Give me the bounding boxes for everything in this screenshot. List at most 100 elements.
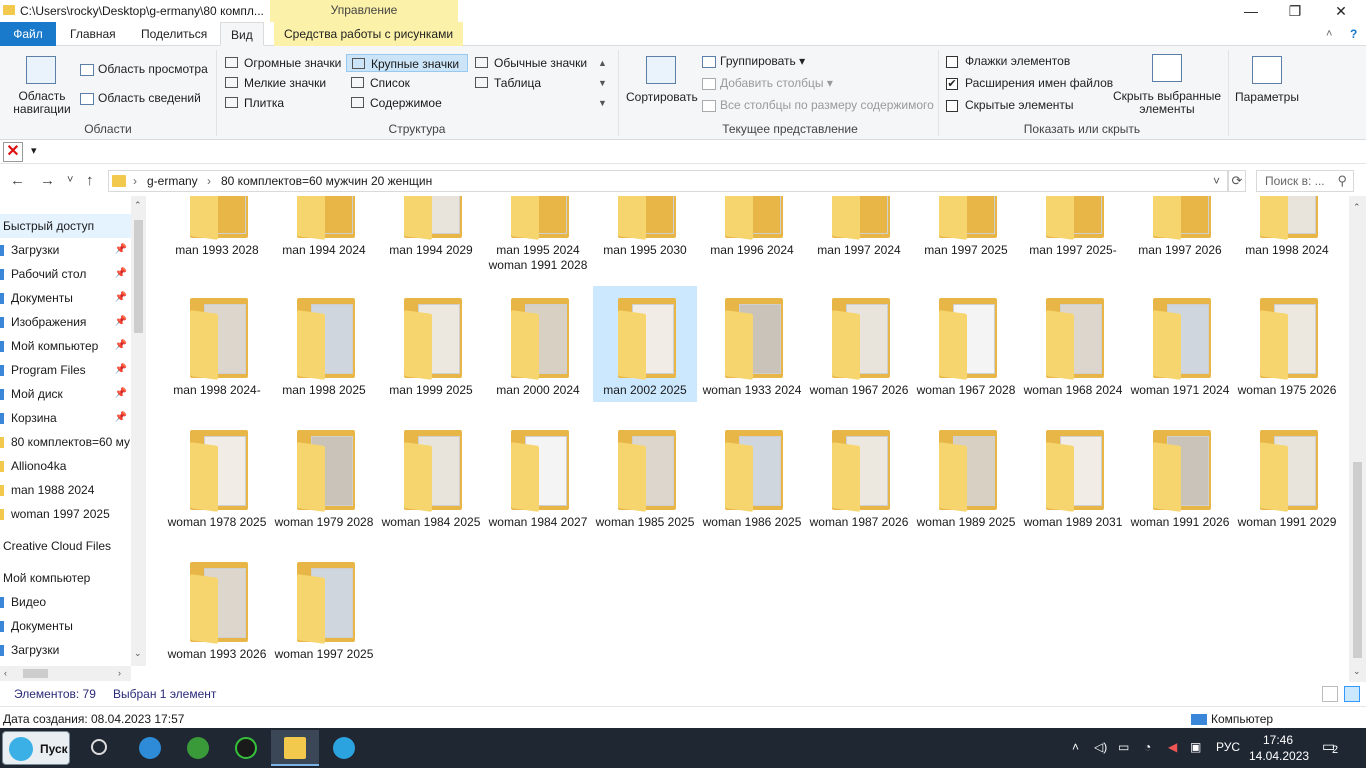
chevron-down-icon[interactable]: ˅ (1213, 174, 1220, 188)
folder-item[interactable]: man 1997 2025 (914, 196, 1018, 262)
folder-item[interactable]: man 2002 2025 (593, 286, 697, 402)
options-button[interactable]: Параметры (1235, 90, 1299, 104)
fit-columns-button[interactable]: Все столбцы по размеру содержимого (702, 98, 934, 112)
recent-locations-button[interactable]: ˅ (67, 174, 73, 186)
scroll-up-icon[interactable]: ⌃ (1353, 202, 1361, 213)
folder-item[interactable]: woman 1997 2025 (272, 550, 376, 666)
folder-item[interactable]: woman 1975 2026 (1235, 286, 1339, 402)
folder-item[interactable]: woman 1991 2026 (1128, 418, 1232, 534)
battery-icon[interactable]: ▭ (1118, 740, 1129, 754)
folder-item[interactable]: man 1995 2030 (593, 196, 697, 262)
folder-item[interactable]: woman 1991 2029 (1235, 418, 1339, 534)
scroll-right-icon[interactable]: › (118, 668, 121, 678)
maximize-button[interactable]: ❐ (1272, 0, 1318, 22)
minimize-button[interactable]: — (1228, 0, 1274, 22)
tab-view[interactable]: Вид (220, 22, 264, 46)
taskbar-search[interactable] (76, 730, 124, 766)
scroll-thumb[interactable] (1353, 462, 1362, 658)
details-pane-button[interactable]: Область сведений (80, 91, 201, 105)
input-language[interactable]: РУС (1216, 740, 1240, 754)
folder-item[interactable]: man 1997 2025- (1021, 196, 1125, 262)
close-button[interactable]: ✕ (1318, 0, 1364, 22)
add-columns-button[interactable]: Добавить столбцы ▾ (702, 76, 833, 90)
layout-extra-large-icons[interactable]: Огромные значки (220, 54, 341, 72)
item-checkboxes-option[interactable]: Флажки элементов (946, 54, 1070, 68)
folder-item[interactable]: woman 1985 2025 (593, 418, 697, 534)
checkbox-icon[interactable] (946, 55, 958, 68)
refresh-button[interactable]: ⟳ (1228, 170, 1246, 192)
folder-item[interactable]: woman 1989 2025 (914, 418, 1018, 534)
folder-item[interactable]: woman 1979 2028 (272, 418, 376, 534)
scroll-down-icon[interactable]: ⌄ (1353, 666, 1361, 677)
address-field[interactable]: › g-ermany › 80 комплектов=60 мужчин 20 … (108, 170, 1228, 192)
taskbar-browser[interactable] (126, 730, 174, 766)
scroll-down-icon[interactable]: ⌄ (134, 648, 142, 659)
checkbox-icon[interactable] (946, 99, 958, 112)
group-by-button[interactable]: Группировать ▾ (702, 54, 805, 68)
speaker-icon[interactable]: ◁) (1094, 740, 1107, 754)
folder-item[interactable]: woman 1933 2024 (700, 286, 804, 402)
scroll-up-icon[interactable]: ⌃ (134, 200, 142, 211)
nav-item-documents[interactable]: Документы (0, 614, 132, 638)
search-input[interactable]: Поиск в: ... ⚲ (1256, 170, 1354, 192)
layout-medium-icons[interactable]: Обычные значки (470, 54, 587, 72)
tab-picture-tools[interactable]: Средства работы с рисунками (274, 22, 464, 46)
layout-tiles[interactable]: Плитка (220, 94, 284, 112)
layout-details[interactable]: Таблица (470, 74, 541, 92)
nav-horizontal-scrollbar[interactable]: ‹ › (0, 666, 131, 681)
folder-item[interactable]: woman 1967 2026 (807, 286, 911, 402)
hide-selected-button[interactable]: Скрыть выбранные элементы (1112, 90, 1222, 116)
folder-item[interactable]: man 1999 2025 (379, 286, 483, 402)
details-view-icon[interactable] (1322, 686, 1338, 702)
content-scrollbar[interactable]: ⌃ ⌄ (1349, 196, 1366, 682)
folder-item[interactable]: man 1996 2024 (700, 196, 804, 262)
folder-item[interactable]: woman 1989 2031 (1021, 418, 1125, 534)
volume-muted-icon[interactable]: ◀ (1168, 740, 1177, 754)
nav-item[interactable]: Загрузки 📌 (0, 238, 132, 262)
tab-share[interactable]: Поделиться (131, 22, 217, 46)
help-button[interactable]: ? (1340, 22, 1366, 46)
delete-icon[interactable]: ✕ (3, 142, 23, 162)
folder-item[interactable]: man 1998 2024 (1235, 196, 1339, 262)
folder-item[interactable]: woman 1984 2025 (379, 418, 483, 534)
gallery-down-icon[interactable]: ▼ (598, 78, 607, 88)
folder-item[interactable]: man 1994 2024 (272, 196, 376, 262)
layout-list[interactable]: Список (346, 74, 410, 92)
tab-home[interactable]: Главная (60, 22, 126, 46)
folder-item[interactable]: man 1998 2024- (165, 286, 269, 402)
scroll-thumb[interactable] (134, 220, 143, 333)
taskbar-file-explorer[interactable] (271, 730, 319, 766)
collapse-ribbon-button[interactable]: ˄ (1316, 22, 1342, 46)
folder-item[interactable]: woman 1971 2024 (1128, 286, 1232, 402)
up-button[interactable]: ↑ (86, 172, 94, 189)
hidden-items-option[interactable]: Скрытые элементы (946, 98, 1074, 112)
nav-item[interactable]: Program Files 📌 (0, 358, 132, 382)
nav-item[interactable]: man 1988 2024 (0, 478, 132, 502)
nav-item[interactable]: 80 комплектов=60 му (0, 430, 132, 454)
breadcrumb-item[interactable]: g-ermany (147, 174, 198, 188)
nav-quick-access[interactable]: Быстрый доступ (0, 214, 132, 238)
folder-item[interactable]: man 1997 2024 (807, 196, 911, 262)
nav-item[interactable]: Мой компьютер 📌 (0, 334, 132, 358)
nav-item[interactable]: Рабочий стол 📌 (0, 262, 132, 286)
clock[interactable]: 17:46 14.04.2023 (1249, 732, 1309, 764)
scroll-left-icon[interactable]: ‹ (4, 668, 7, 678)
folder-item[interactable]: man 1997 2026 (1128, 196, 1232, 262)
nav-item[interactable]: Изображения 📌 (0, 310, 132, 334)
customize-toolbar-button[interactable]: ▾ (31, 144, 37, 157)
folder-item[interactable]: woman 1984 2027 (486, 418, 590, 534)
taskbar-cheat-engine[interactable] (222, 730, 270, 766)
folder-item[interactable]: woman 1993 2026 (165, 550, 269, 666)
file-extensions-option[interactable]: ✔ Расширения имен файлов (946, 76, 1113, 90)
network-icon[interactable]: ◔ (1144, 740, 1151, 754)
folder-item[interactable]: man 1994 2029 (379, 196, 483, 262)
folder-item[interactable]: woman 1967 2028 (914, 286, 1018, 402)
tab-file[interactable]: Файл (0, 22, 56, 46)
checkbox-checked-icon[interactable]: ✔ (946, 77, 958, 90)
preview-pane-button[interactable]: Область просмотра (80, 62, 208, 76)
nav-scrollbar[interactable]: ⌃ ⌄ (131, 196, 146, 666)
tray-overflow-icon[interactable]: ˄ (1072, 740, 1079, 754)
sort-button[interactable]: Сортировать (626, 90, 698, 104)
nav-item-video[interactable]: Видео (0, 590, 132, 614)
nav-item[interactable]: Мой диск 📌 (0, 382, 132, 406)
